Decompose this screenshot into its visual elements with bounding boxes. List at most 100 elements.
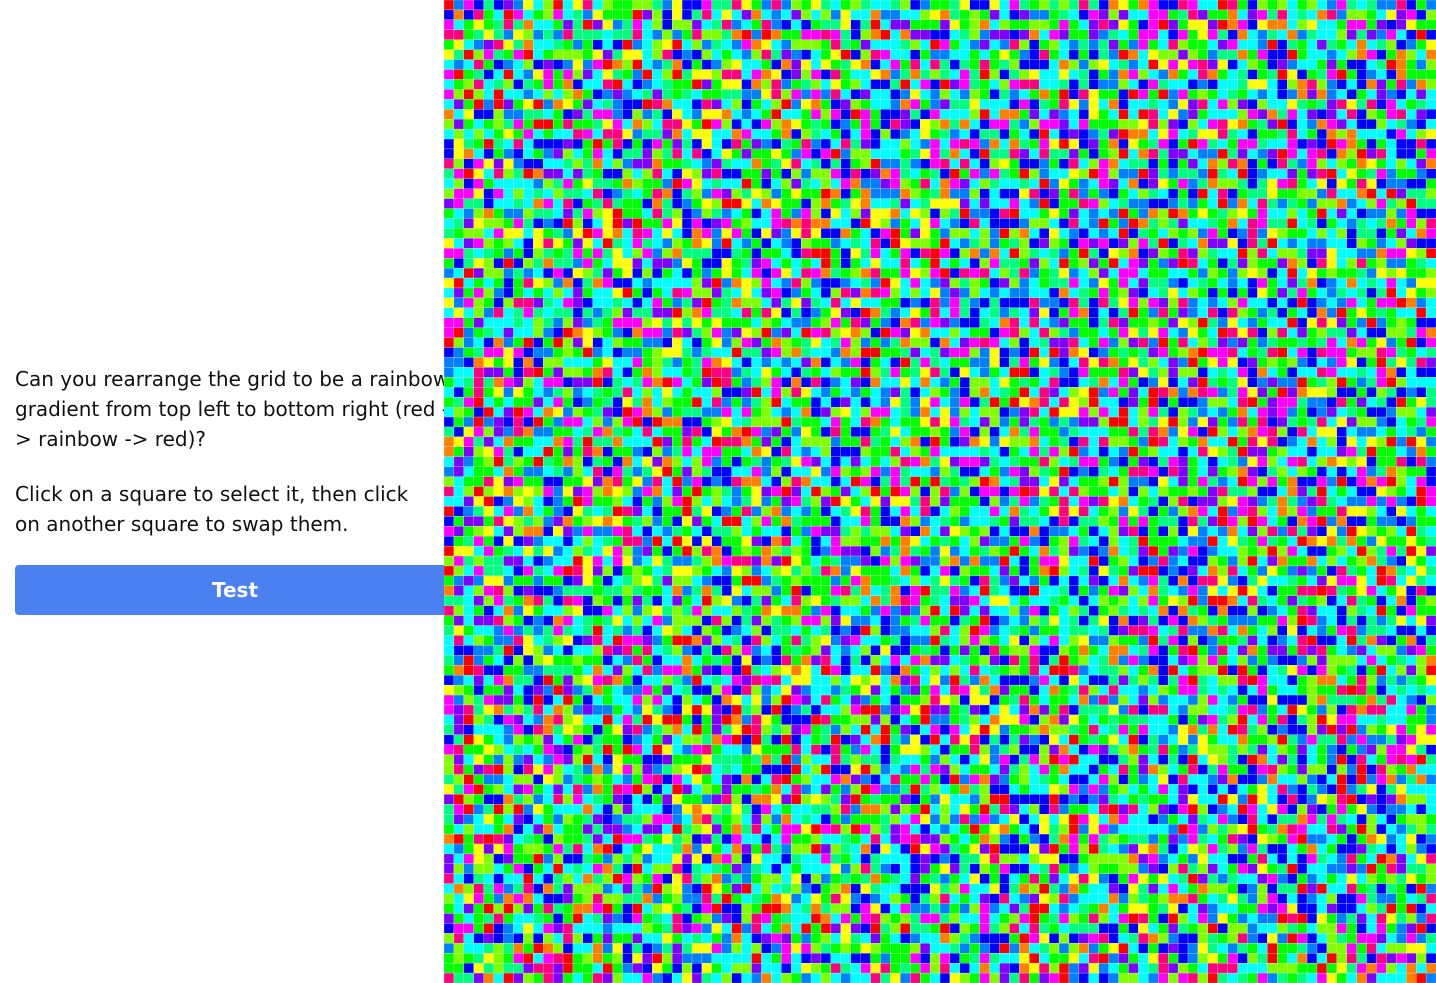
grid-square[interactable] [1118,119,1129,130]
grid-square[interactable] [1237,218,1248,229]
grid-square[interactable] [929,287,941,299]
grid-square[interactable] [840,307,851,318]
grid-square[interactable] [1306,397,1318,408]
grid-square[interactable] [662,367,673,378]
grid-square[interactable] [910,178,921,189]
grid-square[interactable] [1029,99,1040,110]
grid-square[interactable] [1376,59,1387,70]
grid-square[interactable] [1336,128,1347,140]
grid-square[interactable] [880,397,891,408]
grid-square[interactable] [513,406,524,418]
grid-square[interactable] [632,59,643,70]
grid-square[interactable] [1039,327,1050,338]
grid-square[interactable] [1019,317,1030,328]
grid-square[interactable] [850,158,861,169]
grid-square[interactable] [1068,387,1080,398]
grid-square[interactable] [910,49,921,60]
grid-square[interactable] [552,486,564,497]
grid-square[interactable] [1197,248,1209,259]
grid-square[interactable] [900,208,911,219]
grid-square[interactable] [1386,19,1397,30]
grid-square[interactable] [1088,456,1099,467]
grid-square[interactable] [1039,69,1050,80]
grid-square[interactable] [523,486,534,497]
grid-square[interactable] [1138,138,1149,150]
grid-square[interactable] [820,248,832,259]
grid-square[interactable] [592,476,603,487]
grid-square[interactable] [1058,59,1070,70]
grid-square[interactable] [493,347,504,358]
grid-square[interactable] [1217,267,1228,279]
grid-square[interactable] [632,248,643,259]
grid-square[interactable] [1356,238,1367,249]
grid-square[interactable] [1197,49,1209,60]
grid-square[interactable] [1237,128,1248,140]
grid-square[interactable] [1029,287,1040,299]
grid-square[interactable] [1267,119,1278,130]
grid-square[interactable] [1168,158,1179,169]
grid-square[interactable] [1277,377,1288,388]
grid-square[interactable] [1078,198,1090,209]
grid-square[interactable] [1048,198,1060,209]
grid-square[interactable] [1068,317,1080,328]
grid-square[interactable] [880,416,891,428]
grid-square[interactable] [741,267,752,279]
grid-square[interactable] [751,9,762,21]
grid-square[interactable] [791,49,802,60]
grid-square[interactable] [870,287,881,299]
grid-square[interactable] [910,228,921,239]
grid-square[interactable] [533,138,544,150]
grid-square[interactable] [1366,218,1377,229]
grid-square[interactable] [1326,49,1338,60]
grid-square[interactable] [1277,357,1288,368]
grid-square[interactable] [513,208,524,219]
grid-square[interactable] [1416,337,1427,348]
grid-square[interactable] [840,119,851,130]
grid-square[interactable] [791,387,802,398]
grid-square[interactable] [1316,287,1328,299]
grid-square[interactable] [1346,486,1357,497]
grid-square[interactable] [632,327,643,338]
grid-square[interactable] [800,49,812,60]
grid-square[interactable] [691,258,703,269]
grid-square[interactable] [1088,168,1099,179]
grid-square[interactable] [483,0,494,11]
grid-square[interactable] [900,486,911,497]
grid-square[interactable] [632,287,643,299]
grid-square[interactable] [533,287,544,299]
grid-square[interactable] [681,49,693,60]
grid-square[interactable] [592,446,603,457]
grid-square[interactable] [632,228,643,239]
grid-square[interactable] [552,337,564,348]
grid-square[interactable] [493,446,504,457]
grid-square[interactable] [1168,79,1179,90]
grid-square[interactable] [900,357,911,368]
grid-square[interactable] [652,436,663,448]
grid-square[interactable] [1128,248,1139,259]
grid-square[interactable] [900,158,911,169]
grid-square[interactable] [1078,416,1090,428]
grid-square[interactable] [582,486,594,497]
grid-square[interactable] [1207,158,1218,169]
grid-square[interactable] [1168,367,1179,378]
grid-square[interactable] [562,9,574,21]
grid-square[interactable] [1108,446,1119,457]
grid-square[interactable] [870,426,881,438]
grid-square[interactable] [870,258,881,269]
grid-square[interactable] [791,39,802,50]
grid-square[interactable] [1296,347,1308,358]
grid-square[interactable] [1128,337,1139,348]
grid-square[interactable] [781,49,792,60]
grid-square[interactable] [890,337,901,348]
grid-square[interactable] [1296,69,1308,80]
grid-square[interactable] [672,9,683,21]
grid-square[interactable] [721,128,732,140]
grid-square[interactable] [453,287,465,299]
grid-square[interactable] [880,39,891,50]
grid-square[interactable] [1039,178,1050,189]
grid-square[interactable] [602,238,613,249]
grid-square[interactable] [1306,258,1318,269]
grid-square[interactable] [1068,99,1080,110]
grid-square[interactable] [741,9,752,21]
grid-square[interactable] [1257,476,1268,487]
